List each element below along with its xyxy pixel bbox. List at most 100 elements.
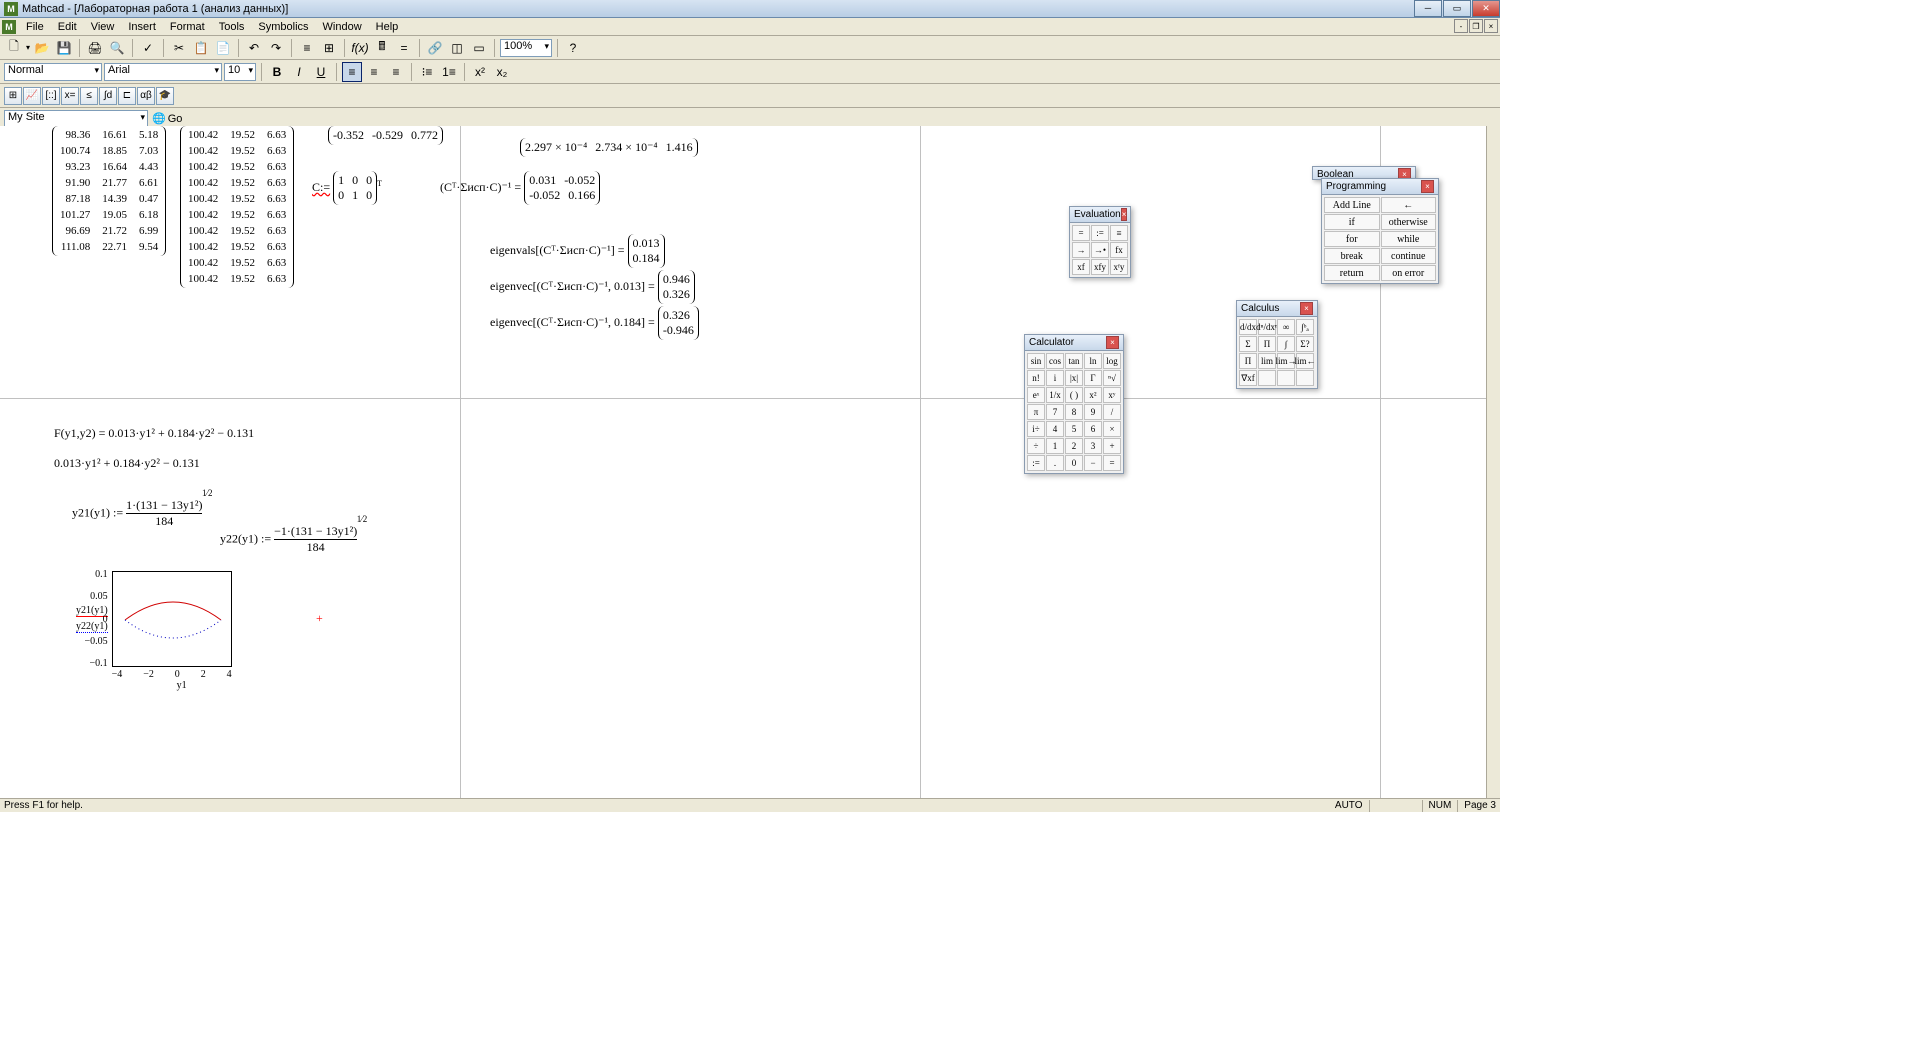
palette-button[interactable]: ÷ — [1027, 438, 1045, 454]
superscript-button[interactable]: x² — [470, 62, 490, 82]
subscript-button[interactable]: x₂ — [492, 62, 512, 82]
palette-button[interactable]: if — [1324, 214, 1380, 230]
go-button[interactable]: 🌐 Go — [152, 112, 182, 125]
close-icon[interactable]: × — [1121, 208, 1128, 221]
palette-button[interactable] — [1296, 370, 1314, 386]
close-icon[interactable]: × — [1300, 302, 1313, 315]
align-left-button[interactable]: ≡ — [342, 62, 362, 82]
dropdown-icon[interactable]: ▾ — [26, 43, 30, 52]
link-button[interactable]: 🔗 — [425, 38, 445, 58]
palette-button[interactable]: ∇xf — [1239, 370, 1257, 386]
component-button[interactable]: ◫ — [447, 38, 467, 58]
doc-minimize-button[interactable]: - — [1454, 19, 1468, 33]
palette-button[interactable]: . — [1046, 455, 1064, 471]
palette-button[interactable]: 4 — [1046, 421, 1064, 437]
palette-button[interactable]: x² — [1084, 387, 1102, 403]
boolean-icon[interactable]: ≤ — [80, 87, 98, 105]
palette-button[interactable]: eˣ — [1027, 387, 1045, 403]
palette-button[interactable]: 3 — [1084, 438, 1102, 454]
graph-icon[interactable]: 📈 — [23, 87, 41, 105]
menu-file[interactable]: File — [19, 19, 51, 35]
evaluation-icon[interactable]: x= — [61, 87, 79, 105]
palette-button[interactable]: π — [1027, 404, 1045, 420]
palette-button[interactable]: xʸ — [1103, 387, 1121, 403]
palette-button[interactable]: lim — [1258, 353, 1276, 369]
palette-button[interactable]: ( ) — [1065, 387, 1083, 403]
palette-button[interactable]: sin — [1027, 353, 1045, 369]
palette-button[interactable]: Π — [1239, 353, 1257, 369]
menu-help[interactable]: Help — [369, 19, 406, 35]
palette-button[interactable]: dⁿ/dxⁿ — [1258, 319, 1276, 335]
matrix-icon[interactable]: [::] — [42, 87, 60, 105]
copy-button[interactable]: 📋 — [191, 38, 211, 58]
style-combo[interactable]: Normal — [4, 63, 102, 81]
maximize-button[interactable]: ▭ — [1443, 0, 1471, 17]
save-button[interactable]: 💾 — [54, 38, 74, 58]
palette-button[interactable]: ∫ — [1277, 336, 1295, 352]
palette-button[interactable]: n! — [1027, 370, 1045, 386]
palette-button[interactable]: 8 — [1065, 404, 1083, 420]
palette-button[interactable]: 1 — [1046, 438, 1064, 454]
zoom-combo[interactable]: 100% — [500, 39, 552, 57]
close-icon[interactable]: × — [1106, 336, 1119, 349]
font-combo[interactable]: Arial — [104, 63, 222, 81]
units-button[interactable]: 🖩 — [372, 38, 392, 58]
menu-symbolics[interactable]: Symbolics — [251, 19, 315, 35]
size-combo[interactable]: 10 — [224, 63, 256, 81]
palette-button[interactable] — [1258, 370, 1276, 386]
palette-button[interactable]: cos — [1046, 353, 1064, 369]
palette-button[interactable]: ⁿ√ — [1103, 370, 1121, 386]
palette-button[interactable]: 7 — [1046, 404, 1064, 420]
palette-button[interactable]: Σ? — [1296, 336, 1314, 352]
palette-button[interactable]: 9 — [1084, 404, 1102, 420]
palette-button[interactable]: / — [1103, 404, 1121, 420]
calculate-button[interactable]: = — [394, 38, 414, 58]
palette-button[interactable]: fx — [1110, 242, 1128, 258]
address-combo[interactable]: My Site — [4, 110, 148, 128]
palette-button[interactable]: 6 — [1084, 421, 1102, 437]
palette-button[interactable]: − — [1084, 455, 1102, 471]
italic-button[interactable]: I — [289, 62, 309, 82]
menu-tools[interactable]: Tools — [212, 19, 252, 35]
palette-button[interactable]: return — [1324, 265, 1380, 281]
bullets-button[interactable]: ⁝≡ — [417, 62, 437, 82]
palette-button[interactable]: tan — [1065, 353, 1083, 369]
underline-button[interactable]: U — [311, 62, 331, 82]
menu-window[interactable]: Window — [316, 19, 369, 35]
programming-icon[interactable]: ⊏ — [118, 87, 136, 105]
bold-button[interactable]: B — [267, 62, 287, 82]
palette-button[interactable]: := — [1027, 455, 1045, 471]
align-right-button[interactable]: ≡ — [386, 62, 406, 82]
palette-button[interactable]: |x| — [1065, 370, 1083, 386]
plot-region[interactable]: y21(y1) y22(y1) 0.1 0.05 0 −0.05 −0.1 — [76, 571, 252, 691]
close-icon[interactable]: × — [1421, 180, 1434, 193]
palette-button[interactable]: on error — [1381, 265, 1437, 281]
palette-button[interactable]: 0 — [1065, 455, 1083, 471]
cut-button[interactable]: ✂ — [169, 38, 189, 58]
palette-button[interactable]: ∫ᵇₐ — [1296, 319, 1314, 335]
palette-button[interactable]: ← — [1381, 197, 1437, 213]
menu-view[interactable]: View — [84, 19, 122, 35]
palette-button[interactable]: 5 — [1065, 421, 1083, 437]
align2-button[interactable]: ⊞ — [319, 38, 339, 58]
paste-button[interactable]: 📄 — [213, 38, 233, 58]
palette-button[interactable]: = — [1072, 225, 1090, 241]
palette-button[interactable]: i — [1046, 370, 1064, 386]
region-button[interactable]: ▭ — [469, 38, 489, 58]
open-button[interactable]: 📂 — [32, 38, 52, 58]
palette-button[interactable]: lim→ — [1277, 353, 1295, 369]
palette-button[interactable]: Σ — [1239, 336, 1257, 352]
palette-button[interactable]: xᶠy — [1110, 259, 1128, 275]
redo-button[interactable]: ↷ — [266, 38, 286, 58]
spellcheck-button[interactable]: ✓ — [138, 38, 158, 58]
palette-button[interactable]: d/dx — [1239, 319, 1257, 335]
preview-button[interactable]: 🔍 — [107, 38, 127, 58]
palette-button[interactable]: for — [1324, 231, 1380, 247]
align-center-button[interactable]: ≡ — [364, 62, 384, 82]
palette-button[interactable] — [1277, 370, 1295, 386]
palette-button[interactable]: + — [1103, 438, 1121, 454]
programming-palette[interactable]: Programming× Add Line←ifotherwiseforwhil… — [1321, 178, 1439, 284]
palette-button[interactable]: otherwise — [1381, 214, 1437, 230]
palette-button[interactable]: ∞ — [1277, 319, 1295, 335]
palette-button[interactable]: →• — [1091, 242, 1109, 258]
